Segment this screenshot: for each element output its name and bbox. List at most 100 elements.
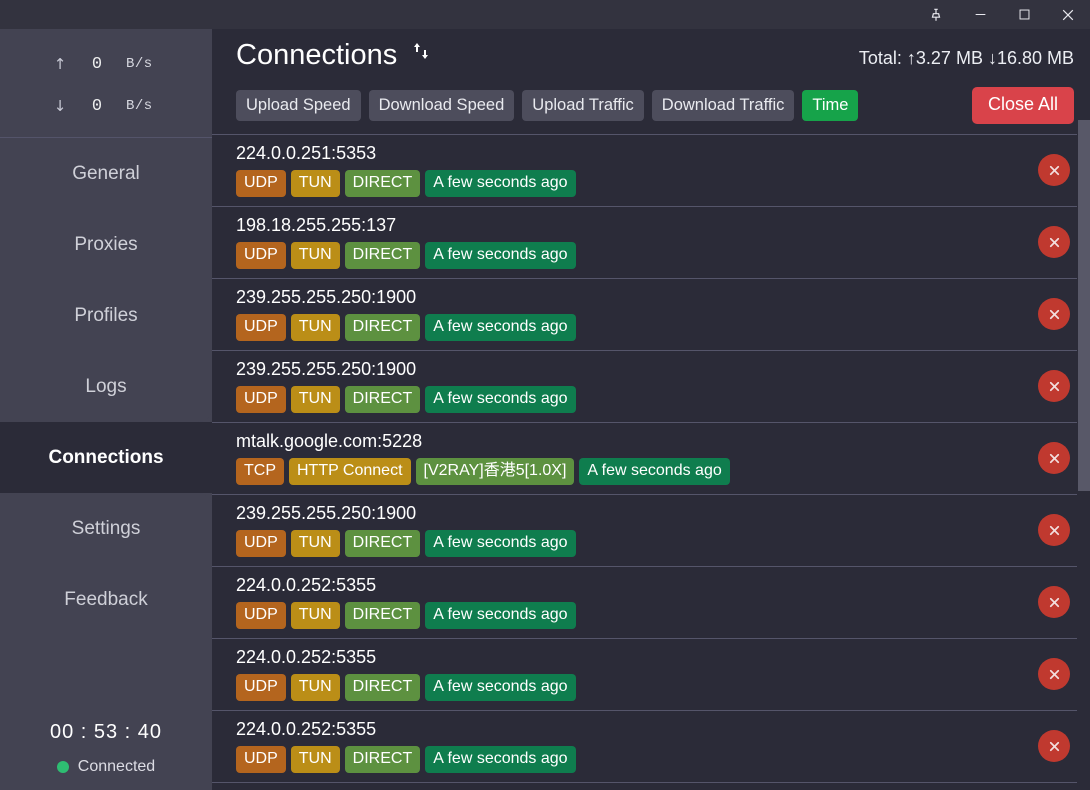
sidebar-item-label: Proxies bbox=[74, 234, 137, 256]
upload-speed-unit: B/s bbox=[126, 56, 153, 72]
minimize-icon[interactable] bbox=[958, 0, 1002, 29]
rule-badge: DIRECT bbox=[345, 170, 421, 197]
scrollbar-thumb[interactable] bbox=[1078, 120, 1090, 491]
connection-badges: UDP TUN DIRECT A few seconds ago bbox=[236, 674, 1024, 701]
status-badge: Connected bbox=[0, 758, 212, 776]
connection-info: mtalk.google.com:5228 TCP HTTP Connect [… bbox=[236, 431, 1024, 485]
network-badge: TUN bbox=[291, 242, 340, 269]
rule-badge: [V2RAY]香港5[1.0X] bbox=[416, 458, 575, 485]
sidebar-spacer bbox=[0, 635, 212, 721]
close-connection-icon[interactable] bbox=[1038, 370, 1070, 402]
table-row[interactable]: 224.0.0.252:5355 UDP TUN DIRECT A few se… bbox=[212, 711, 1090, 783]
network-badge: TUN bbox=[291, 674, 340, 701]
rule-badge: DIRECT bbox=[345, 602, 421, 629]
main-pane: Connections Total: ↑3.27 MB ↓16.80 MB Up… bbox=[212, 29, 1090, 790]
protocol-badge: UDP bbox=[236, 602, 286, 629]
close-connection-icon[interactable] bbox=[1038, 226, 1070, 258]
network-badge: TUN bbox=[291, 746, 340, 773]
table-row[interactable]: 198.18.255.255:137 UDP TUN DIRECT A few … bbox=[212, 207, 1090, 279]
connection-info: 239.255.255.250:1900 UDP TUN DIRECT A fe… bbox=[236, 359, 1024, 413]
connection-host: 239.255.255.250:1900 bbox=[236, 287, 1024, 308]
protocol-badge: TCP bbox=[236, 458, 284, 485]
page-header: Connections Total: ↑3.27 MB ↓16.80 MB Up… bbox=[212, 29, 1090, 134]
network-badge: TUN bbox=[291, 314, 340, 341]
maximize-icon[interactable] bbox=[1002, 0, 1046, 29]
download-speed-row: ↓ 0 B/s bbox=[0, 85, 212, 127]
sidebar: ↑ 0 B/s ↓ 0 B/s General Proxies Profiles bbox=[0, 29, 212, 790]
protocol-badge: UDP bbox=[236, 386, 286, 413]
connection-info: 198.18.255.255:137 UDP TUN DIRECT A few … bbox=[236, 215, 1024, 269]
rule-badge: DIRECT bbox=[345, 242, 421, 269]
filter-download-traffic-button[interactable]: Download Traffic bbox=[652, 90, 795, 121]
time-badge: A few seconds ago bbox=[579, 458, 729, 485]
connection-host: 224.0.0.252:5355 bbox=[236, 575, 1024, 596]
sidebar-item-label: Profiles bbox=[74, 305, 137, 327]
time-badge: A few seconds ago bbox=[425, 530, 575, 557]
network-badge: TUN bbox=[291, 170, 340, 197]
connection-list: 224.0.0.251:5353 UDP TUN DIRECT A few se… bbox=[212, 134, 1090, 790]
close-connection-icon[interactable] bbox=[1038, 658, 1070, 690]
total-traffic-label: Total: ↑3.27 MB ↓16.80 MB bbox=[859, 48, 1074, 69]
download-speed-value: 0 bbox=[68, 97, 126, 116]
table-row[interactable]: 239.255.255.250:1900 UDP TUN DIRECT A fe… bbox=[212, 279, 1090, 351]
sidebar-item-settings[interactable]: Settings bbox=[0, 493, 212, 564]
scrollbar-track[interactable] bbox=[1077, 29, 1090, 790]
sidebar-nav: General Proxies Profiles Logs Connection… bbox=[0, 138, 212, 635]
time-badge: A few seconds ago bbox=[425, 242, 575, 269]
network-badge: HTTP Connect bbox=[289, 458, 411, 485]
table-row[interactable]: 239.255.255.250:1900 UDP TUN DIRECT A fe… bbox=[212, 495, 1090, 567]
network-badge: TUN bbox=[291, 386, 340, 413]
filter-download-speed-button[interactable]: Download Speed bbox=[369, 90, 515, 121]
sidebar-item-label: Feedback bbox=[64, 589, 147, 611]
connection-badges: UDP TUN DIRECT A few seconds ago bbox=[236, 602, 1024, 629]
sort-updown-icon[interactable] bbox=[411, 40, 431, 62]
close-connection-icon[interactable] bbox=[1038, 514, 1070, 546]
time-badge: A few seconds ago bbox=[425, 674, 575, 701]
filter-upload-traffic-button[interactable]: Upload Traffic bbox=[522, 90, 644, 121]
close-connection-icon[interactable] bbox=[1038, 298, 1070, 330]
filter-time-button[interactable]: Time bbox=[802, 90, 858, 121]
time-badge: A few seconds ago bbox=[425, 314, 575, 341]
table-row[interactable]: 239.255.255.250:1900 UDP TUN DIRECT A fe… bbox=[212, 351, 1090, 423]
close-all-button[interactable]: Close All bbox=[972, 87, 1074, 124]
close-connection-icon[interactable] bbox=[1038, 730, 1070, 762]
sidebar-item-connections[interactable]: Connections bbox=[0, 422, 212, 493]
time-badge: A few seconds ago bbox=[425, 170, 575, 197]
sidebar-item-label: Settings bbox=[72, 518, 141, 540]
close-icon[interactable] bbox=[1046, 0, 1090, 29]
connection-badges: TCP HTTP Connect [V2RAY]香港5[1.0X] A few … bbox=[236, 458, 1024, 485]
sidebar-item-proxies[interactable]: Proxies bbox=[0, 209, 212, 280]
table-row[interactable]: mtalk.google.com:5228 TCP HTTP Connect [… bbox=[212, 423, 1090, 495]
filter-upload-speed-button[interactable]: Upload Speed bbox=[236, 90, 361, 121]
close-connection-icon[interactable] bbox=[1038, 442, 1070, 474]
connection-info: 224.0.0.251:5353 UDP TUN DIRECT A few se… bbox=[236, 143, 1024, 197]
title-bar bbox=[0, 0, 1090, 29]
status-label: Connected bbox=[78, 758, 155, 776]
sidebar-item-feedback[interactable]: Feedback bbox=[0, 564, 212, 635]
protocol-badge: UDP bbox=[236, 314, 286, 341]
pin-icon[interactable] bbox=[914, 0, 958, 29]
table-row[interactable]: 224.0.0.251:5353 UDP TUN DIRECT A few se… bbox=[212, 135, 1090, 207]
connection-host: 224.0.0.251:5353 bbox=[236, 143, 1024, 164]
download-arrow-icon: ↓ bbox=[52, 97, 68, 115]
page-title: Connections bbox=[236, 39, 397, 72]
upload-speed-row: ↑ 0 B/s bbox=[0, 43, 212, 85]
close-connection-icon[interactable] bbox=[1038, 154, 1070, 186]
connection-badges: UDP TUN DIRECT A few seconds ago bbox=[236, 746, 1024, 773]
table-row[interactable]: 224.0.0.252:5355 UDP TUN DIRECT A few se… bbox=[212, 639, 1090, 711]
table-row[interactable]: 224.0.0.252:5355 UDP TUN DIRECT A few se… bbox=[212, 567, 1090, 639]
sidebar-item-profiles[interactable]: Profiles bbox=[0, 280, 212, 351]
time-badge: A few seconds ago bbox=[425, 602, 575, 629]
close-connection-icon[interactable] bbox=[1038, 586, 1070, 618]
connection-badges: UDP TUN DIRECT A few seconds ago bbox=[236, 242, 1024, 269]
rule-badge: DIRECT bbox=[345, 386, 421, 413]
upload-speed-value: 0 bbox=[68, 55, 126, 74]
sidebar-item-general[interactable]: General bbox=[0, 138, 212, 209]
sidebar-item-label: Logs bbox=[85, 376, 126, 398]
rule-badge: DIRECT bbox=[345, 674, 421, 701]
connection-host: 224.0.0.252:5355 bbox=[236, 647, 1024, 668]
connection-badges: UDP TUN DIRECT A few seconds ago bbox=[236, 386, 1024, 413]
rule-badge: DIRECT bbox=[345, 746, 421, 773]
protocol-badge: UDP bbox=[236, 530, 286, 557]
sidebar-item-logs[interactable]: Logs bbox=[0, 351, 212, 422]
